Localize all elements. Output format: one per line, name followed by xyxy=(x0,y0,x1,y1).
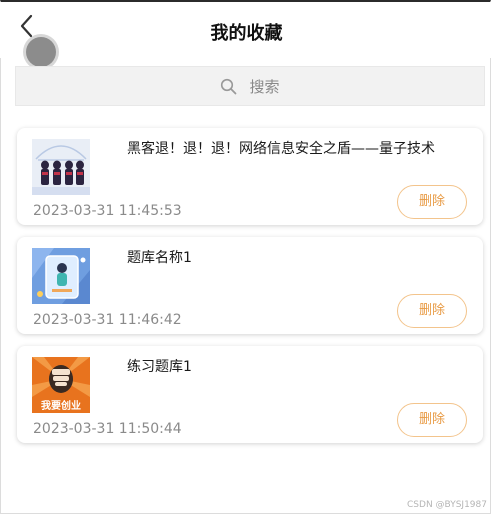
search-inner: 搜索 xyxy=(16,76,484,97)
item-thumbnail: 我要创业 xyxy=(32,357,90,413)
item-title: 题库名称1 xyxy=(127,250,192,266)
item-thumbnail xyxy=(32,139,90,195)
search-icon xyxy=(221,78,237,95)
item-timestamp: 2023-03-31 11:46:42 xyxy=(33,312,182,328)
search-placeholder: 搜索 xyxy=(249,78,280,96)
favorite-item[interactable]: 黑客退！退！退！网络信息安全之盾——量子技术 2023-03-31 11:45:… xyxy=(17,128,483,225)
delete-button[interactable]: 删除 xyxy=(397,294,467,328)
thumbnail-text: 我要创业 xyxy=(41,399,81,412)
delete-button[interactable]: 删除 xyxy=(397,185,467,219)
favorite-item[interactable]: 题库名称1 2023-03-31 11:46:42 删除 xyxy=(17,237,483,334)
item-thumbnail xyxy=(32,248,90,304)
item-title: 黑客退！退！退！网络信息安全之盾——量子技术 xyxy=(127,141,435,157)
item-timestamp: 2023-03-31 11:45:53 xyxy=(33,203,182,219)
touch-indicator xyxy=(26,37,56,67)
header: 我的收藏 xyxy=(0,2,493,58)
item-title: 练习题库1 xyxy=(127,359,192,375)
page-title: 我的收藏 xyxy=(210,23,283,44)
watermark: CSDN @BYSJ1987 xyxy=(407,500,487,510)
item-timestamp: 2023-03-31 11:50:44 xyxy=(33,421,182,437)
search-input[interactable]: 搜索 xyxy=(15,66,485,106)
delete-button[interactable]: 删除 xyxy=(397,403,467,437)
favorite-item[interactable]: 我要创业 练习题库1 2023-03-31 11:50:44 删除 xyxy=(17,346,483,443)
